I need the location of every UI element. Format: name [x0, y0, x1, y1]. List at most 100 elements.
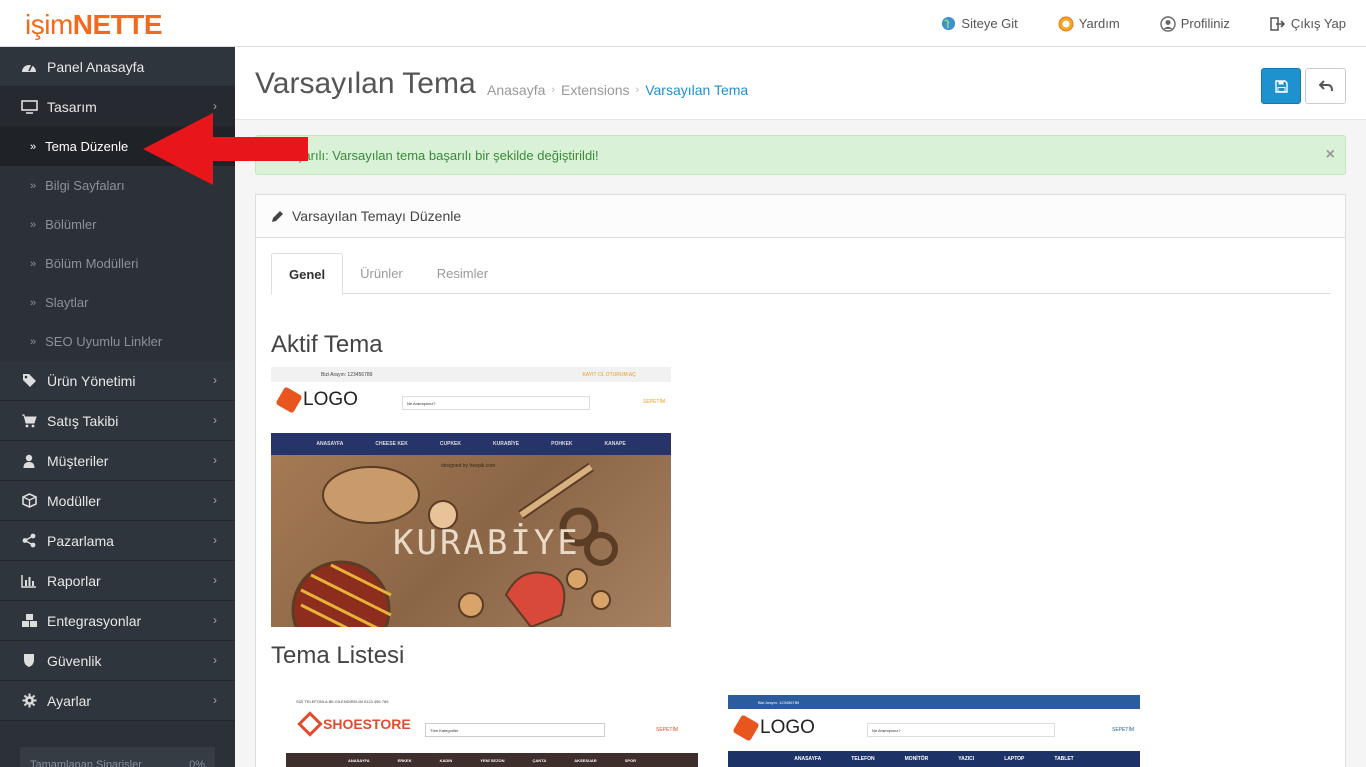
- tag-icon: [20, 372, 38, 390]
- breadcrumb-current[interactable]: Varsayılan Tema: [645, 82, 748, 98]
- preview-cart: SEPETİM: [656, 727, 678, 733]
- tab-products[interactable]: Ürünler: [343, 253, 420, 294]
- visit-site-label: Siteye Git: [961, 16, 1018, 31]
- main-content: Varsayılan Tema Anasayfa › Extensions › …: [235, 47, 1366, 767]
- floppy-disk-icon: [1274, 79, 1288, 93]
- logo-mark-icon: [732, 714, 760, 742]
- double-chevron-icon: »: [30, 218, 37, 231]
- sidebar-item-label: Tasarım: [47, 98, 97, 115]
- help-link[interactable]: Yardım: [1058, 16, 1120, 32]
- sidebar-item-modules[interactable]: Modüller ›: [0, 481, 235, 521]
- brand-logo[interactable]: işimNETTE: [25, 9, 163, 41]
- breadcrumb-extensions[interactable]: Extensions: [561, 82, 629, 98]
- sidebar-item-reports[interactable]: Raporlar ›: [0, 561, 235, 601]
- logo-mark-icon: [275, 386, 303, 414]
- preview-nav: ANASAYFA CHEESE KEK CUPKEK KURABİYE POHK…: [271, 433, 671, 455]
- preview-topbar: Bizi Arayın: 123456789 KAYIT OL OTURUM A…: [271, 367, 671, 382]
- sidebar-item-customers[interactable]: Müşteriler ›: [0, 441, 235, 481]
- preview-nav-item: CUPKEK: [439, 441, 462, 447]
- preview-nav-item: SPOR: [624, 757, 637, 763]
- active-theme-heading: Aktif Tema: [271, 331, 383, 358]
- chevron-right-icon: ›: [213, 573, 217, 587]
- reply-icon: [1318, 80, 1333, 92]
- breadcrumb-home[interactable]: Anasayfa: [487, 82, 545, 98]
- chevron-right-icon: ›: [213, 373, 217, 387]
- preview-nav-item: AKSESUAR: [574, 757, 597, 763]
- preview-logo-text: LOGO: [303, 389, 358, 410]
- sidebar-sub-label: SEO Uyumlu Linkler: [45, 334, 163, 349]
- sidebar-item-marketing[interactable]: Pazarlama ›: [0, 521, 235, 561]
- profile-link[interactable]: Profiliniz: [1160, 15, 1230, 32]
- preview-nav-item: ERKEK: [397, 757, 412, 763]
- top-nav: Siteye Git Yardım Profiliniz Çıkış Yap: [901, 0, 1346, 47]
- chevron-right-icon: ›: [213, 533, 217, 547]
- double-chevron-icon: »: [30, 257, 37, 270]
- save-button[interactable]: [1261, 68, 1301, 104]
- preview-nav-item: KADIN: [439, 757, 453, 763]
- sidebar-item-settings[interactable]: Ayarlar ›: [0, 681, 235, 721]
- sidebar-sub-label: Bilgi Sayfaları: [45, 178, 125, 193]
- preview-topbar: SİZİ TELEFONLA BİLGİLENDİRELİM 0123 456 …: [296, 698, 389, 704]
- cubes-icon: [20, 612, 38, 630]
- breadcrumb-separator: ›: [551, 84, 556, 96]
- sidebar-sub-label: Bölümler: [45, 217, 97, 232]
- preview-nav-item: LAPTOP: [1004, 756, 1025, 762]
- shopping-cart-icon: [20, 412, 38, 430]
- preview-nav-item: ANASAYFA: [794, 756, 822, 762]
- alert-close-button[interactable]: ×: [1326, 146, 1335, 164]
- preview-nav-item: YENİ SEZON: [480, 757, 505, 763]
- sidebar-item-label: Ürün Yönetimi: [47, 372, 136, 389]
- preview-logo-text: LOGO: [760, 717, 815, 738]
- theme-option-electronics[interactable]: Bizi Arayın: 123456789 LOGO Ne Aramıştın…: [728, 695, 1140, 767]
- preview-nav-item: CHEESE KEK: [375, 441, 408, 447]
- gear-icon: [20, 692, 38, 710]
- progress-label: Tamamlanan Siparişler: [30, 759, 142, 767]
- user-icon: [20, 452, 38, 470]
- preview-cart: SEPETİM: [643, 399, 665, 405]
- preview-logo: LOGO: [732, 714, 815, 742]
- visit-site-link[interactable]: Siteye Git: [941, 16, 1018, 31]
- sidebar-item-integrations[interactable]: Entegrasyonlar ›: [0, 601, 235, 641]
- theme-option-shoestore[interactable]: SİZİ TELEFONLA BİLGİLENDİRELİM 0123 456 …: [286, 695, 698, 767]
- chevron-right-icon: ›: [213, 413, 217, 427]
- sidebar-item-label: Müşteriler: [47, 452, 109, 469]
- user-circle-icon: [1160, 15, 1176, 32]
- preview-logo-text: SHOESTORE: [323, 716, 411, 732]
- sidebar-sub-label: Tema Düzenle: [45, 139, 129, 154]
- back-button[interactable]: [1305, 68, 1346, 104]
- preview-nav-item: YAZICI: [958, 756, 975, 762]
- preview-credit: designed by freepik.com: [441, 463, 496, 469]
- panel-heading-text: Varsayılan Temayı Düzenle: [292, 208, 462, 224]
- chevron-right-icon: ›: [213, 693, 217, 707]
- preview-logo: SHOESTORE: [297, 711, 411, 737]
- panel-heading: Varsayılan Temayı Düzenle: [256, 195, 1345, 238]
- breadcrumb: Anasayfa › Extensions › Varsayılan Tema: [487, 82, 748, 98]
- preview-search: Ne Aramıştınız?: [867, 723, 1055, 737]
- sidebar-sub-seo-links[interactable]: » SEO Uyumlu Linkler: [0, 322, 235, 361]
- preview-search: Ne Aramıştınız?: [402, 396, 590, 410]
- sidebar-item-dashboard[interactable]: Panel Anasayfa: [0, 47, 235, 87]
- logout-link[interactable]: Çıkış Yap: [1270, 16, 1346, 31]
- preview-nav-item: MONİTÖR: [904, 756, 929, 762]
- alert-message: Başarılı: Varsayılan tema başarılı bir ş…: [281, 148, 599, 163]
- preview-nav-item: KANAPE: [604, 441, 626, 447]
- tab-images[interactable]: Resimler: [420, 253, 505, 294]
- sidebar-item-security[interactable]: Güvenlik ›: [0, 641, 235, 681]
- sidebar-item-products[interactable]: Ürün Yönetimi ›: [0, 361, 235, 401]
- sidebar-sub-slides[interactable]: » Slaytlar: [0, 283, 235, 322]
- preview-search: Tüm Kategoriler: [425, 723, 605, 737]
- sidebar-sub-sections[interactable]: » Bölümler: [0, 205, 235, 244]
- top-header: işimNETTE Siteye Git Yardım Profiliniz Ç…: [0, 0, 1366, 47]
- sidebar-item-label: Raporlar: [47, 572, 101, 589]
- bar-chart-icon: [20, 572, 38, 590]
- sidebar-item-sales[interactable]: Satış Takibi ›: [0, 401, 235, 441]
- logo-mark-icon: [297, 711, 323, 737]
- success-alert: Başarılı: Varsayılan tema başarılı bir ş…: [255, 135, 1346, 175]
- sidebar-item-label: Entegrasyonlar: [47, 612, 142, 629]
- tab-general[interactable]: Genel: [271, 253, 344, 295]
- dashboard-icon: [20, 58, 38, 76]
- preview-cart: SEPETİM: [1112, 727, 1134, 733]
- sidebar-sub-section-modules[interactable]: » Bölüm Modülleri: [0, 244, 235, 283]
- preview-account-links: KAYIT OL OTURUM AÇ: [582, 371, 636, 378]
- page-title: Varsayılan Tema: [255, 67, 476, 100]
